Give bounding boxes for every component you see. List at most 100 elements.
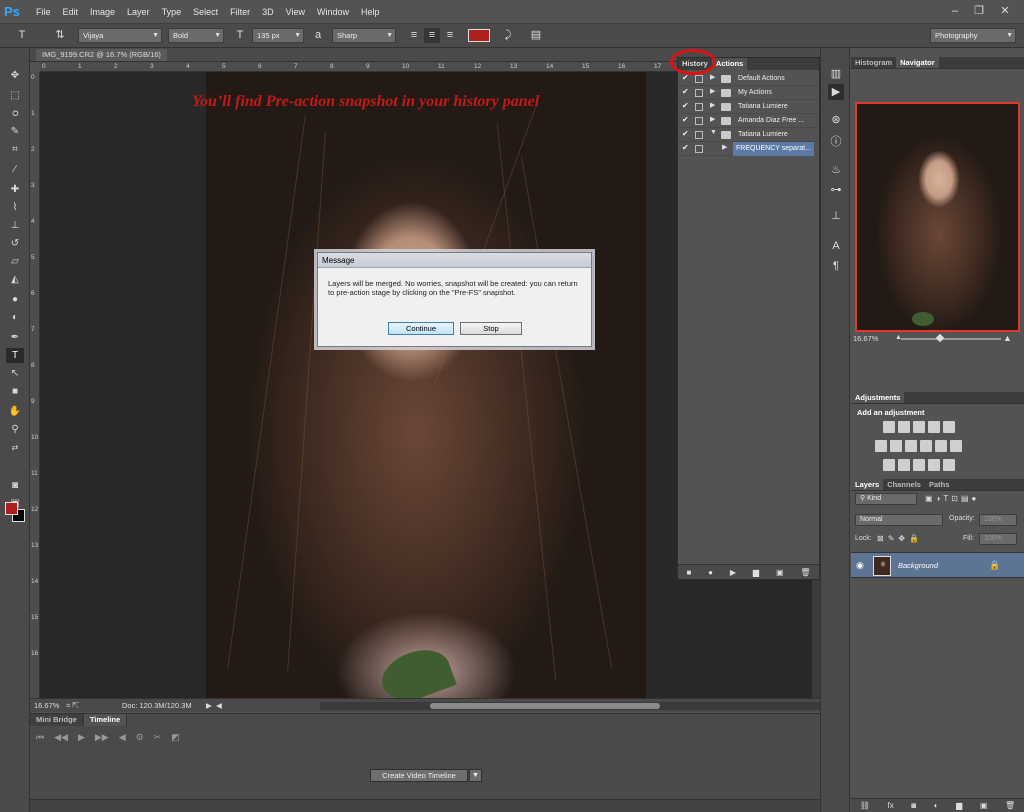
split-scissors-icon[interactable]: ✂ xyxy=(154,732,162,743)
document-tab[interactable]: IMG_9199.CR2 @ 16.7% (RGB/16) xyxy=(36,49,167,61)
checkmark-icon[interactable]: ✔ xyxy=(682,101,689,110)
minimize-icon[interactable]: – xyxy=(944,3,966,19)
new-group-icon[interactable]: ▆ xyxy=(956,799,962,812)
hue-saturation-icon[interactable] xyxy=(875,440,887,452)
lock-icons[interactable]: ⊠✎✥🔒 xyxy=(877,534,923,543)
eyedropper-tool-icon[interactable]: ⁄ xyxy=(6,162,24,177)
menu-file[interactable]: File xyxy=(30,0,57,24)
lasso-tool-icon[interactable]: ഠ xyxy=(6,106,24,121)
link-layers-icon[interactable]: ⛓ xyxy=(860,799,870,812)
pen-tool-icon[interactable]: ✒ xyxy=(6,330,24,345)
blend-mode-select[interactable]: Normal xyxy=(855,514,943,526)
opacity-input[interactable]: 100% xyxy=(979,514,1017,526)
align-left-icon[interactable]: ≡ xyxy=(406,28,422,43)
align-center-icon[interactable]: ≡ xyxy=(424,28,440,43)
new-action-icon[interactable]: ▣ xyxy=(776,568,784,577)
expand-arrow-icon[interactable]: ▶ xyxy=(710,87,715,95)
tab-histogram[interactable]: Histogram xyxy=(851,57,896,68)
settings-gear-icon[interactable]: ⚙ xyxy=(136,732,144,743)
new-layer-icon[interactable]: ▣ xyxy=(980,799,988,812)
play-selection-icon[interactable]: ▶ xyxy=(730,568,736,577)
tab-paths[interactable]: Paths xyxy=(925,479,953,490)
navigator-zoom-knob[interactable] xyxy=(935,333,945,343)
warp-text-icon[interactable]: ⤸ xyxy=(500,28,516,43)
expand-arrow-icon[interactable]: ▶ xyxy=(710,115,715,123)
horizontal-scrollbar[interactable] xyxy=(320,702,820,710)
posterize-icon[interactable] xyxy=(898,459,910,471)
dialog-toggle-icon[interactable] xyxy=(695,89,703,97)
brightness-icon[interactable] xyxy=(883,421,895,433)
create-video-timeline-button[interactable]: Create Video Timeline xyxy=(370,769,468,782)
history-panel-icon[interactable]: ▥ xyxy=(828,66,844,82)
tab-channels[interactable]: Channels xyxy=(883,479,925,490)
invert-icon[interactable] xyxy=(883,459,895,471)
font-style-select[interactable]: Bold ▼ xyxy=(168,28,224,43)
scroll-left-arrow-icon[interactable]: ◀ xyxy=(216,699,222,713)
zoom-in-icon[interactable]: ▲ xyxy=(1003,333,1012,343)
black-white-icon[interactable] xyxy=(905,440,917,452)
stop-recording-icon[interactable]: ■ xyxy=(686,568,691,577)
new-adjustment-icon[interactable]: ◐ xyxy=(934,799,939,812)
move-tool-icon[interactable]: ✥ xyxy=(6,68,24,83)
eraser-tool-icon[interactable]: ▱ xyxy=(6,254,24,269)
audio-icon[interactable]: ◀ xyxy=(119,732,126,743)
tab-navigator[interactable]: Navigator xyxy=(896,57,939,68)
text-orientation-icon[interactable]: ⇅ xyxy=(52,28,68,43)
navigator-zoom-slider[interactable] xyxy=(901,338,1001,340)
hand-tool-icon[interactable]: ✋ xyxy=(6,404,24,419)
chevron-down-icon[interactable]: ▼ xyxy=(469,769,482,782)
dialog-toggle-icon[interactable] xyxy=(695,75,703,83)
layer-style-icon[interactable]: fx xyxy=(888,799,894,812)
color-lookup-icon[interactable] xyxy=(950,440,962,452)
healing-brush-tool-icon[interactable]: ✚ xyxy=(6,182,24,197)
trash-icon[interactable]: 🗑 xyxy=(1005,799,1015,812)
history-brush-tool-icon[interactable]: ↺ xyxy=(6,236,24,251)
checkmark-icon[interactable]: ✔ xyxy=(682,87,689,96)
layer-row-background[interactable]: ◉ Background 🔒 xyxy=(851,552,1024,578)
path-selection-tool-icon[interactable]: ↖ xyxy=(6,366,24,381)
status-menu-arrow-icon[interactable]: ▶ xyxy=(206,699,212,713)
layer-filter-select[interactable]: ⚲ Kind xyxy=(855,493,917,505)
workspace-select[interactable]: Photography ▼ xyxy=(930,28,1016,43)
font-size-select[interactable]: 135 px ▼ xyxy=(252,28,304,43)
list-item[interactable]: ✔ ▼ Tatiana Lumiere xyxy=(678,128,819,142)
layer-filter-icons[interactable]: ▣◑T⊡▤● xyxy=(925,494,979,503)
first-frame-icon[interactable]: ⏮ xyxy=(36,732,44,743)
menu-3d[interactable]: 3D xyxy=(256,0,280,24)
marquee-tool-icon[interactable]: ⬚ xyxy=(6,88,24,103)
menu-select[interactable]: Select xyxy=(187,0,224,24)
type-tool-icon[interactable]: T xyxy=(14,28,30,43)
threshold-icon[interactable] xyxy=(913,459,925,471)
menu-layer[interactable]: Layer xyxy=(121,0,156,24)
menu-type[interactable]: Type xyxy=(156,0,188,24)
trash-icon[interactable]: 🗑 xyxy=(800,568,810,577)
foreground-color-swatch[interactable] xyxy=(5,502,18,515)
restore-icon[interactable]: ❐ xyxy=(968,3,990,19)
new-set-folder-icon[interactable]: ▆ xyxy=(753,568,759,577)
blur-tool-icon[interactable]: ● xyxy=(6,292,24,307)
clone-stamp-tool-icon[interactable]: ⊥ xyxy=(6,218,24,233)
paint-bucket-tool-icon[interactable]: ◭ xyxy=(6,272,24,287)
collapse-arrow-icon[interactable]: ▼ xyxy=(710,129,717,136)
add-mask-icon[interactable]: ◙ xyxy=(911,799,916,812)
swap-colors-icon[interactable]: ⇄ xyxy=(6,440,24,455)
play-icon[interactable]: ▶ xyxy=(78,732,85,743)
selective-color-icon[interactable] xyxy=(943,459,955,471)
checkmark-icon[interactable]: ✔ xyxy=(682,129,689,138)
align-right-icon[interactable]: ≡ xyxy=(442,28,458,43)
type-tool-icon[interactable]: T xyxy=(6,348,24,363)
transition-icon[interactable]: ◩ xyxy=(171,732,180,743)
zoom-level[interactable]: 16.67% xyxy=(34,699,59,713)
list-item[interactable]: ✔ ▶ FREQUENCY separat... xyxy=(678,142,819,156)
dialog-toggle-icon[interactable] xyxy=(695,103,703,111)
vibrance-icon[interactable] xyxy=(943,421,955,433)
rectangle-tool-icon[interactable]: ■ xyxy=(6,384,24,399)
eye-visibility-icon[interactable]: ◉ xyxy=(856,560,864,571)
brush-presets-icon[interactable]: ♨ xyxy=(828,162,844,178)
paragraph-panel-icon[interactable]: ¶ xyxy=(828,258,844,274)
antialias-select[interactable]: Sharp ▼ xyxy=(332,28,396,43)
brush-tool-icon[interactable]: ⌇ xyxy=(6,200,24,215)
tab-adjustments[interactable]: Adjustments xyxy=(851,392,905,403)
zoom-tool-icon[interactable]: ⚲ xyxy=(6,422,24,437)
gradient-map-icon[interactable] xyxy=(928,459,940,471)
